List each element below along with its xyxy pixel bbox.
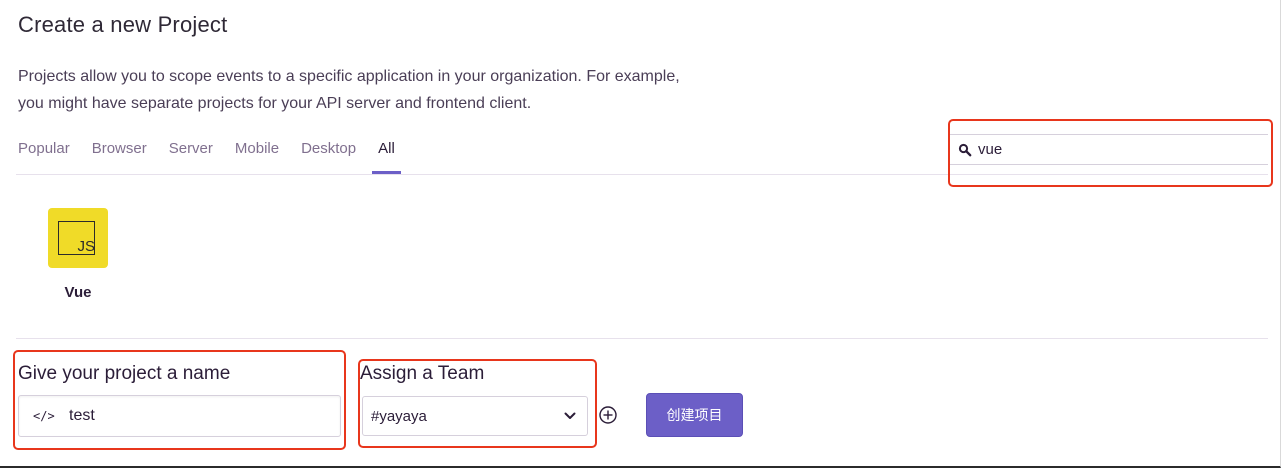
tab-browser[interactable]: Browser	[92, 134, 147, 168]
project-name-field[interactable]: </>	[18, 395, 341, 437]
tab-server[interactable]: Server	[169, 134, 213, 168]
platform-category-tabs: Popular Browser Server Mobile Desktop Al…	[18, 134, 423, 174]
team-select[interactable]: #yayaya	[362, 396, 588, 436]
project-name-label: Give your project a name	[18, 363, 231, 384]
team-label: Assign a Team	[360, 363, 485, 384]
add-team-plus-icon[interactable]	[598, 405, 618, 425]
tab-popular[interactable]: Popular	[18, 134, 70, 168]
description-line-2: you might have separate projects for you…	[18, 95, 532, 112]
tab-desktop[interactable]: Desktop	[301, 134, 356, 168]
chevron-down-icon	[563, 409, 577, 423]
page-description: Projects allow you to scope events to a …	[18, 63, 818, 117]
logo-text: JS	[77, 238, 95, 255]
platform-name: Vue	[64, 284, 92, 301]
project-name-input[interactable]	[67, 406, 321, 426]
page-title: Create a new Project	[18, 12, 228, 37]
tab-all[interactable]: All	[372, 134, 401, 174]
description-line-1: Projects allow you to scope events to a …	[18, 68, 680, 85]
javascript-logo-icon: JS	[48, 208, 108, 268]
team-selected-value: #yayaya	[371, 407, 427, 425]
create-project-page: Create a new Project Projects allow you …	[0, 0, 1281, 468]
platform-card-vue[interactable]: JS Vue	[40, 208, 116, 301]
search-input[interactable]	[976, 140, 1260, 159]
create-project-button[interactable]: 创建项目	[646, 393, 743, 437]
tab-mobile[interactable]: Mobile	[235, 134, 279, 168]
tabs-divider	[16, 174, 1268, 175]
platform-search[interactable]	[950, 134, 1268, 165]
section-divider	[16, 338, 1268, 339]
code-icon: </>	[33, 409, 55, 423]
search-icon	[956, 141, 974, 159]
